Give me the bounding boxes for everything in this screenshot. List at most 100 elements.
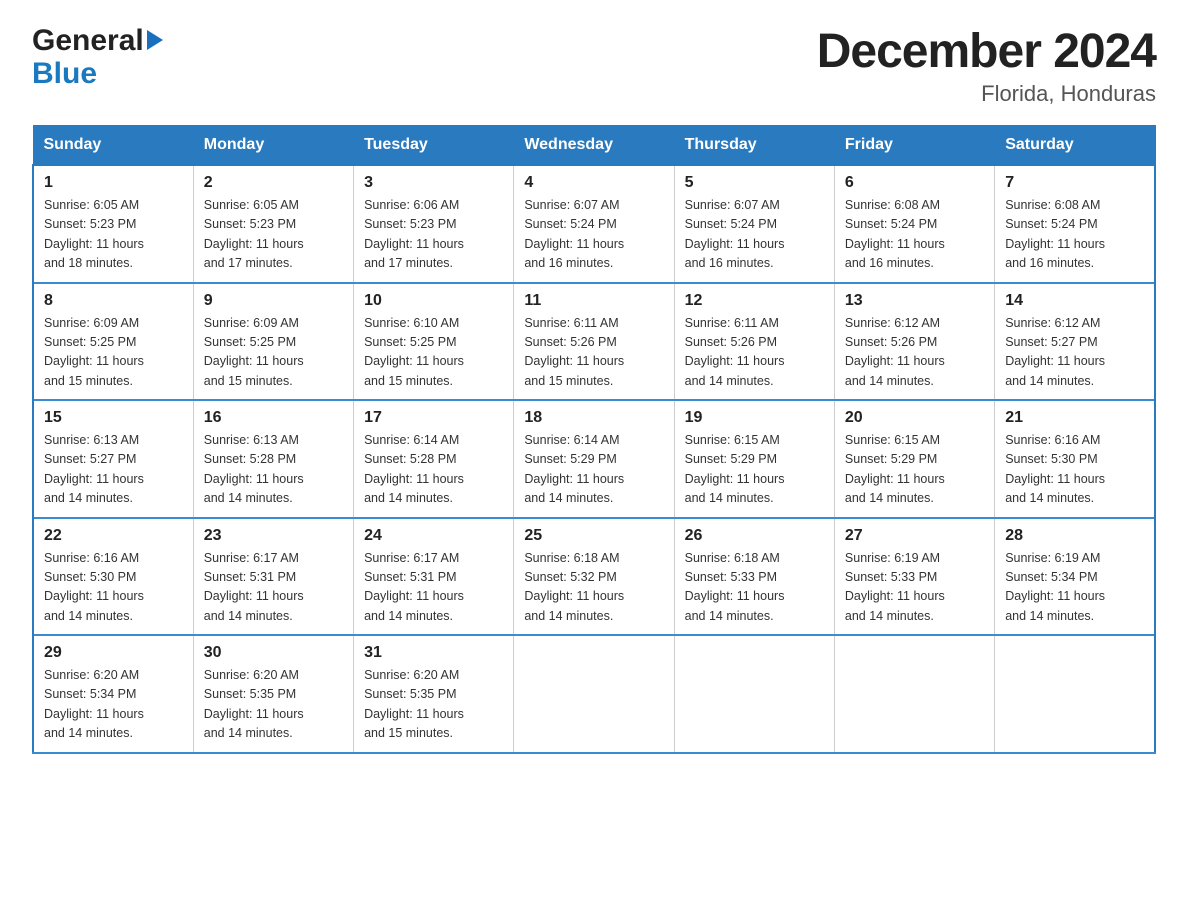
day-info: Sunrise: 6:17 AMSunset: 5:31 PMDaylight:… [364,551,464,623]
calendar-cell: 2 Sunrise: 6:05 AMSunset: 5:23 PMDayligh… [193,165,353,283]
calendar-cell: 11 Sunrise: 6:11 AMSunset: 5:26 PMDaylig… [514,283,674,401]
day-number: 31 [364,644,503,662]
day-info: Sunrise: 6:12 AMSunset: 5:26 PMDaylight:… [845,316,945,388]
day-info: Sunrise: 6:14 AMSunset: 5:28 PMDaylight:… [364,433,464,505]
title-block: December 2024 Florida, Honduras [817,24,1156,107]
day-number: 12 [685,292,824,310]
day-number: 1 [44,174,183,192]
day-info: Sunrise: 6:06 AMSunset: 5:23 PMDaylight:… [364,198,464,270]
calendar-cell: 30 Sunrise: 6:20 AMSunset: 5:35 PMDaylig… [193,635,353,753]
calendar-cell: 13 Sunrise: 6:12 AMSunset: 5:26 PMDaylig… [834,283,994,401]
day-number: 10 [364,292,503,310]
calendar-cell: 25 Sunrise: 6:18 AMSunset: 5:32 PMDaylig… [514,518,674,636]
day-info: Sunrise: 6:16 AMSunset: 5:30 PMDaylight:… [1005,433,1105,505]
month-title: December 2024 [817,24,1156,79]
day-number: 23 [204,527,343,545]
calendar-cell: 31 Sunrise: 6:20 AMSunset: 5:35 PMDaylig… [354,635,514,753]
day-number: 13 [845,292,984,310]
day-of-week-saturday: Saturday [995,126,1155,166]
calendar-cell: 8 Sunrise: 6:09 AMSunset: 5:25 PMDayligh… [33,283,193,401]
calendar-cell: 19 Sunrise: 6:15 AMSunset: 5:29 PMDaylig… [674,400,834,518]
calendar-cell: 16 Sunrise: 6:13 AMSunset: 5:28 PMDaylig… [193,400,353,518]
calendar-week-4: 22 Sunrise: 6:16 AMSunset: 5:30 PMDaylig… [33,518,1155,636]
day-info: Sunrise: 6:05 AMSunset: 5:23 PMDaylight:… [204,198,304,270]
calendar-cell: 7 Sunrise: 6:08 AMSunset: 5:24 PMDayligh… [995,165,1155,283]
day-info: Sunrise: 6:09 AMSunset: 5:25 PMDaylight:… [44,316,144,388]
calendar-cell: 22 Sunrise: 6:16 AMSunset: 5:30 PMDaylig… [33,518,193,636]
day-info: Sunrise: 6:08 AMSunset: 5:24 PMDaylight:… [1005,198,1105,270]
calendar-cell: 28 Sunrise: 6:19 AMSunset: 5:34 PMDaylig… [995,518,1155,636]
logo-general-text: General [32,24,144,57]
day-number: 2 [204,174,343,192]
day-number: 24 [364,527,503,545]
day-number: 8 [44,292,183,310]
day-info: Sunrise: 6:20 AMSunset: 5:35 PMDaylight:… [364,668,464,740]
day-number: 17 [364,409,503,427]
calendar-cell: 14 Sunrise: 6:12 AMSunset: 5:27 PMDaylig… [995,283,1155,401]
calendar-cell: 17 Sunrise: 6:14 AMSunset: 5:28 PMDaylig… [354,400,514,518]
day-info: Sunrise: 6:09 AMSunset: 5:25 PMDaylight:… [204,316,304,388]
day-info: Sunrise: 6:05 AMSunset: 5:23 PMDaylight:… [44,198,144,270]
day-info: Sunrise: 6:14 AMSunset: 5:29 PMDaylight:… [524,433,624,505]
logo-triangle-icon [147,30,163,55]
day-of-week-wednesday: Wednesday [514,126,674,166]
day-info: Sunrise: 6:17 AMSunset: 5:31 PMDaylight:… [204,551,304,623]
calendar-cell: 24 Sunrise: 6:17 AMSunset: 5:31 PMDaylig… [354,518,514,636]
day-number: 3 [364,174,503,192]
day-number: 28 [1005,527,1144,545]
calendar-cell: 29 Sunrise: 6:20 AMSunset: 5:34 PMDaylig… [33,635,193,753]
day-number: 15 [44,409,183,427]
logo-blue-text: Blue [32,57,97,90]
day-info: Sunrise: 6:13 AMSunset: 5:28 PMDaylight:… [204,433,304,505]
day-info: Sunrise: 6:18 AMSunset: 5:32 PMDaylight:… [524,551,624,623]
calendar-cell: 21 Sunrise: 6:16 AMSunset: 5:30 PMDaylig… [995,400,1155,518]
day-number: 21 [1005,409,1144,427]
calendar-cell: 6 Sunrise: 6:08 AMSunset: 5:24 PMDayligh… [834,165,994,283]
day-info: Sunrise: 6:20 AMSunset: 5:34 PMDaylight:… [44,668,144,740]
day-number: 6 [845,174,984,192]
day-info: Sunrise: 6:19 AMSunset: 5:34 PMDaylight:… [1005,551,1105,623]
day-of-week-thursday: Thursday [674,126,834,166]
day-info: Sunrise: 6:08 AMSunset: 5:24 PMDaylight:… [845,198,945,270]
day-number: 20 [845,409,984,427]
calendar-cell: 1 Sunrise: 6:05 AMSunset: 5:23 PMDayligh… [33,165,193,283]
calendar-cell [514,635,674,753]
calendar-cell: 26 Sunrise: 6:18 AMSunset: 5:33 PMDaylig… [674,518,834,636]
day-number: 18 [524,409,663,427]
calendar-cell: 10 Sunrise: 6:10 AMSunset: 5:25 PMDaylig… [354,283,514,401]
day-number: 27 [845,527,984,545]
day-info: Sunrise: 6:10 AMSunset: 5:25 PMDaylight:… [364,316,464,388]
day-info: Sunrise: 6:11 AMSunset: 5:26 PMDaylight:… [524,316,624,388]
calendar-cell: 5 Sunrise: 6:07 AMSunset: 5:24 PMDayligh… [674,165,834,283]
logo: General Blue [32,24,163,90]
day-info: Sunrise: 6:12 AMSunset: 5:27 PMDaylight:… [1005,316,1105,388]
day-number: 14 [1005,292,1144,310]
calendar-week-3: 15 Sunrise: 6:13 AMSunset: 5:27 PMDaylig… [33,400,1155,518]
day-number: 25 [524,527,663,545]
calendar-cell: 23 Sunrise: 6:17 AMSunset: 5:31 PMDaylig… [193,518,353,636]
day-info: Sunrise: 6:07 AMSunset: 5:24 PMDaylight:… [524,198,624,270]
calendar-cell: 27 Sunrise: 6:19 AMSunset: 5:33 PMDaylig… [834,518,994,636]
day-number: 26 [685,527,824,545]
location-title: Florida, Honduras [817,81,1156,107]
day-number: 5 [685,174,824,192]
calendar-cell: 4 Sunrise: 6:07 AMSunset: 5:24 PMDayligh… [514,165,674,283]
day-info: Sunrise: 6:19 AMSunset: 5:33 PMDaylight:… [845,551,945,623]
day-info: Sunrise: 6:15 AMSunset: 5:29 PMDaylight:… [845,433,945,505]
day-info: Sunrise: 6:13 AMSunset: 5:27 PMDaylight:… [44,433,144,505]
day-number: 11 [524,292,663,310]
day-info: Sunrise: 6:15 AMSunset: 5:29 PMDaylight:… [685,433,785,505]
calendar-cell: 12 Sunrise: 6:11 AMSunset: 5:26 PMDaylig… [674,283,834,401]
calendar-header-row: SundayMondayTuesdayWednesdayThursdayFrid… [33,126,1155,166]
calendar-cell [834,635,994,753]
day-number: 9 [204,292,343,310]
calendar-table: SundayMondayTuesdayWednesdayThursdayFrid… [32,125,1156,754]
day-number: 16 [204,409,343,427]
calendar-week-1: 1 Sunrise: 6:05 AMSunset: 5:23 PMDayligh… [33,165,1155,283]
day-of-week-friday: Friday [834,126,994,166]
day-of-week-monday: Monday [193,126,353,166]
day-info: Sunrise: 6:16 AMSunset: 5:30 PMDaylight:… [44,551,144,623]
day-info: Sunrise: 6:20 AMSunset: 5:35 PMDaylight:… [204,668,304,740]
day-number: 4 [524,174,663,192]
calendar-week-5: 29 Sunrise: 6:20 AMSunset: 5:34 PMDaylig… [33,635,1155,753]
